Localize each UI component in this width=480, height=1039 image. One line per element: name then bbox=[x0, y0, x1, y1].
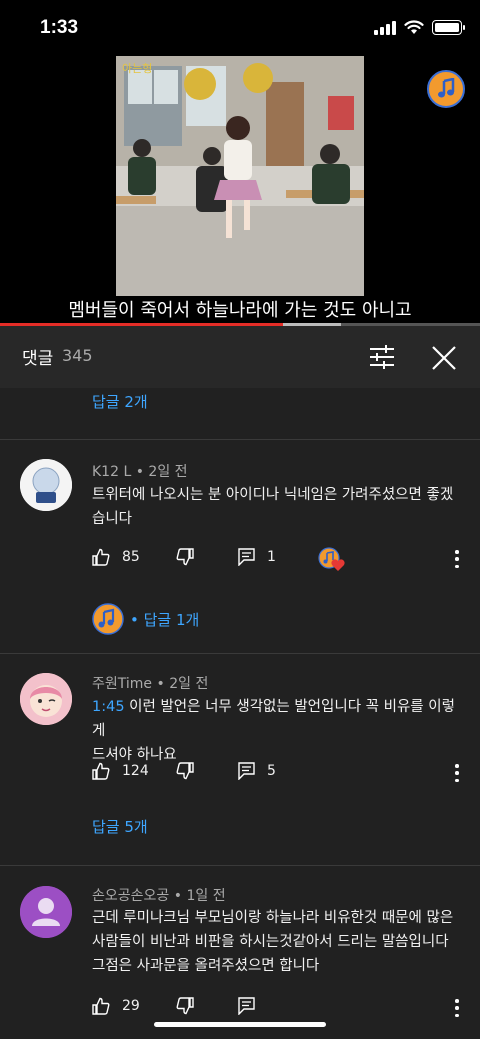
more-options-icon[interactable] bbox=[454, 999, 460, 1017]
svg-text:아는형: 아는형 bbox=[122, 62, 152, 75]
comment-text: 근데 루미나크님 부모님이랑 하늘나라 비유한것 때문에 많은 사람들이 비난과… bbox=[92, 906, 462, 978]
comments-header: 댓글 345 bbox=[0, 326, 480, 388]
comment-item: 손오공손오공 • 1일 전 근데 루미나크님 부모님이랑 하늘나라 비유한것 때… bbox=[0, 865, 480, 1039]
like-button[interactable]: 85 bbox=[92, 548, 140, 566]
comment-author[interactable]: K12 L bbox=[92, 464, 131, 480]
avatar[interactable] bbox=[20, 886, 72, 938]
thumbs-down-icon bbox=[176, 762, 194, 780]
dislike-button[interactable] bbox=[176, 762, 194, 780]
comment-text-line: 습니다 bbox=[92, 511, 133, 527]
comment-actions: 85 1 bbox=[92, 546, 472, 572]
reply-comment-icon bbox=[238, 762, 255, 780]
replies-count-link[interactable]: • 답글 1개 bbox=[130, 609, 199, 630]
dislike-button[interactable] bbox=[176, 548, 194, 566]
comment-text-line: 사람들이 비난과 비판을 하시는것같아서 드리는 말씀입니다 bbox=[92, 934, 449, 950]
reply-comment-icon bbox=[238, 997, 255, 1015]
avatar[interactable] bbox=[20, 459, 72, 511]
channel-avatar-icon bbox=[92, 603, 124, 635]
like-button[interactable]: 29 bbox=[92, 997, 140, 1015]
sort-filter-icon[interactable] bbox=[368, 344, 396, 370]
comment-text-line: 그점은 사과문을 올려주셨으면 합니다 bbox=[92, 958, 320, 974]
comment-text-line: 이런 발언은 너무 생각없는 발언입니다 꼭 비유를 이렇게 bbox=[92, 699, 455, 739]
home-indicator[interactable] bbox=[154, 1022, 326, 1027]
like-button[interactable]: 124 bbox=[92, 762, 149, 780]
status-bar: 1:33 bbox=[0, 0, 480, 56]
comment-author[interactable]: 손오공손오공 bbox=[92, 888, 169, 904]
video-thumbnail-image: 아는형 bbox=[116, 56, 364, 296]
view-replies-link[interactable]: 답글 2개 bbox=[92, 391, 148, 412]
video-frame[interactable]: 아는형 bbox=[116, 56, 364, 296]
meta-separator: • bbox=[169, 888, 187, 904]
reply-button[interactable]: 1 bbox=[238, 548, 276, 566]
channel-music-note-icon[interactable] bbox=[427, 70, 465, 108]
comment-meta: 손오공손오공 • 1일 전 bbox=[92, 885, 226, 905]
close-icon[interactable] bbox=[430, 344, 458, 372]
more-options-icon[interactable] bbox=[454, 550, 460, 568]
comments-count: 345 bbox=[62, 346, 93, 365]
battery-icon bbox=[432, 20, 465, 35]
video-player[interactable]: 1:33 아는형 멤버들이 죽어서 하늘나라에 가는 것도 아니고 bbox=[0, 0, 480, 326]
comment-age: 2일 전 bbox=[169, 676, 209, 692]
cellular-signal-icon bbox=[374, 20, 396, 35]
comments-feed[interactable]: 답글 2개 K12 L • 2일 전 트위터에 나오시는 분 아이디나 닉네임은… bbox=[0, 388, 480, 1039]
comment-actions: 124 5 bbox=[92, 762, 472, 786]
video-subtitle: 멤버들이 죽어서 하늘나라에 가는 것도 아니고 bbox=[68, 300, 412, 321]
thumbs-up-icon bbox=[92, 548, 110, 566]
meta-separator: • bbox=[152, 676, 170, 692]
view-replies-link[interactable]: 답글 5개 bbox=[92, 816, 148, 837]
status-icons bbox=[374, 20, 465, 35]
comment-meta: K12 L • 2일 전 bbox=[92, 461, 188, 481]
video-timestamp-link[interactable]: 1:45 bbox=[92, 699, 125, 715]
more-options-icon[interactable] bbox=[454, 764, 460, 782]
creator-heart-badge bbox=[318, 546, 346, 572]
like-count: 85 bbox=[122, 549, 140, 565]
reply-comment-icon bbox=[238, 548, 255, 566]
comment-meta: 주원Time • 2일 전 bbox=[92, 673, 208, 693]
creator-heart-icon bbox=[318, 547, 345, 571]
thumbs-down-icon bbox=[176, 548, 194, 566]
comments-title: 댓글 bbox=[22, 349, 54, 369]
comment-text-line: 트위터에 나오시는 분 아이디나 닉네임은 가려주셨으면 좋겠 bbox=[92, 487, 454, 503]
thumbs-down-icon bbox=[176, 997, 194, 1015]
comment-author[interactable]: 주원Time bbox=[92, 676, 152, 692]
like-count: 124 bbox=[122, 763, 149, 779]
comment-age: 2일 전 bbox=[148, 464, 188, 480]
comment-item: K12 L • 2일 전 트위터에 나오시는 분 아이디나 닉네임은 가려주셨으… bbox=[0, 439, 480, 653]
dislike-button[interactable] bbox=[176, 997, 194, 1015]
comment-text: 1:45 이런 발언은 너무 생각없는 발언입니다 꼭 비유를 이렇게 드셔야 … bbox=[92, 695, 462, 767]
comment-text: 트위터에 나오시는 분 아이디나 닉네임은 가려주셨으면 좋겠 습니다 bbox=[92, 483, 462, 531]
reply-count: 1 bbox=[267, 549, 276, 565]
comment-actions: 29 bbox=[92, 997, 472, 1021]
creator-replies-link[interactable]: • 답글 1개 bbox=[92, 603, 199, 635]
meta-separator: • bbox=[131, 464, 149, 480]
thumbs-up-icon bbox=[92, 762, 110, 780]
wifi-icon bbox=[404, 20, 424, 34]
comment-age: 1일 전 bbox=[186, 888, 226, 904]
reply-count: 5 bbox=[267, 763, 276, 779]
reply-button[interactable] bbox=[238, 997, 255, 1015]
comment-item: 주원Time • 2일 전 1:45 이런 발언은 너무 생각없는 발언입니다 … bbox=[0, 653, 480, 865]
avatar[interactable] bbox=[20, 673, 72, 725]
status-time: 1:33 bbox=[40, 17, 79, 38]
reply-button[interactable]: 5 bbox=[238, 762, 276, 780]
thumbs-up-icon bbox=[92, 997, 110, 1015]
like-count: 29 bbox=[122, 998, 140, 1014]
comment-text-line: 근데 루미나크님 부모님이랑 하늘나라 비유한것 때문에 많은 bbox=[92, 910, 454, 926]
